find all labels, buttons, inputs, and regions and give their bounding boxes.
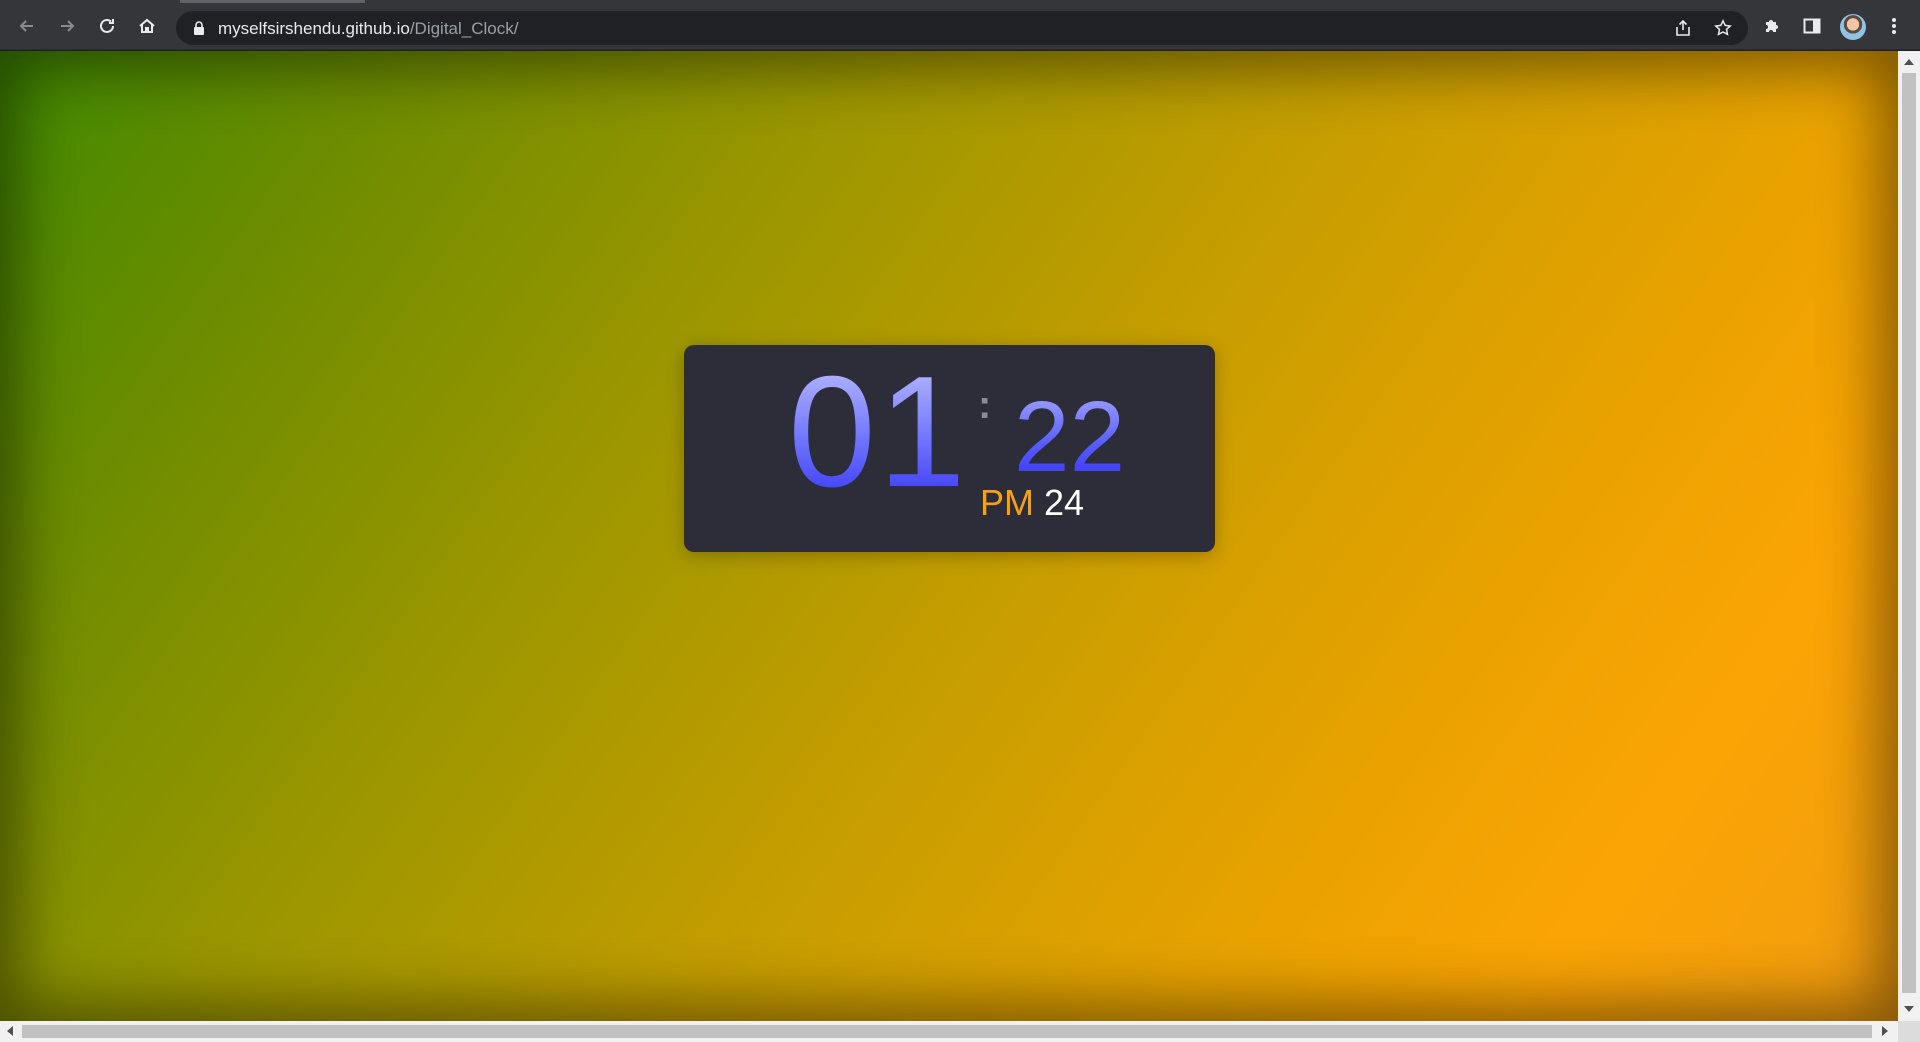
reload-icon[interactable] — [94, 13, 120, 39]
star-icon[interactable] — [1712, 17, 1734, 39]
back-arrow-icon[interactable] — [14, 13, 40, 39]
url-text[interactable]: myselfsirshendu.github.io/Digital_Clock/ — [218, 19, 518, 39]
page-viewport: 01 : 22 PM 24 — [0, 51, 1898, 1021]
home-icon[interactable] — [134, 13, 160, 39]
tab-indicator — [180, 0, 365, 3]
url-path: /Digital_Clock/ — [409, 19, 519, 38]
forward-arrow-icon[interactable] — [54, 13, 80, 39]
address-bar[interactable]: myselfsirshendu.github.io/Digital_Clock/ — [176, 11, 1748, 45]
vertical-scroll-thumb[interactable] — [1902, 73, 1916, 993]
side-panel-icon[interactable] — [1800, 14, 1824, 38]
vertical-scrollbar[interactable] — [1898, 51, 1920, 1021]
clock-period: PM — [980, 482, 1034, 523]
digital-clock: 01 : 22 PM 24 — [684, 345, 1215, 552]
url-host: myselfsirshendu.github.io — [218, 19, 410, 38]
scroll-left-icon[interactable] — [7, 1026, 13, 1036]
scroll-right-icon[interactable] — [1882, 1026, 1888, 1036]
lock-icon[interactable] — [192, 21, 206, 35]
profile-avatar[interactable] — [1840, 14, 1866, 40]
horizontal-scroll-thumb[interactable] — [22, 1025, 1872, 1038]
scroll-down-icon[interactable] — [1904, 1006, 1914, 1012]
clock-separator: : — [978, 383, 992, 427]
horizontal-scrollbar[interactable] — [0, 1021, 1898, 1042]
browser-toolbar: myselfsirshendu.github.io/Digital_Clock/ — [0, 0, 1920, 50]
scrollbar-corner — [1898, 1021, 1920, 1042]
puzzle-icon[interactable] — [1760, 14, 1784, 38]
share-icon[interactable] — [1672, 17, 1694, 39]
scroll-up-icon[interactable] — [1904, 59, 1914, 65]
kebab-menu-icon[interactable] — [1882, 14, 1906, 38]
clock-hours: 01 — [788, 344, 968, 520]
clock-minutes: 22 — [1014, 381, 1126, 493]
clock-seconds: 24 — [1044, 482, 1085, 523]
